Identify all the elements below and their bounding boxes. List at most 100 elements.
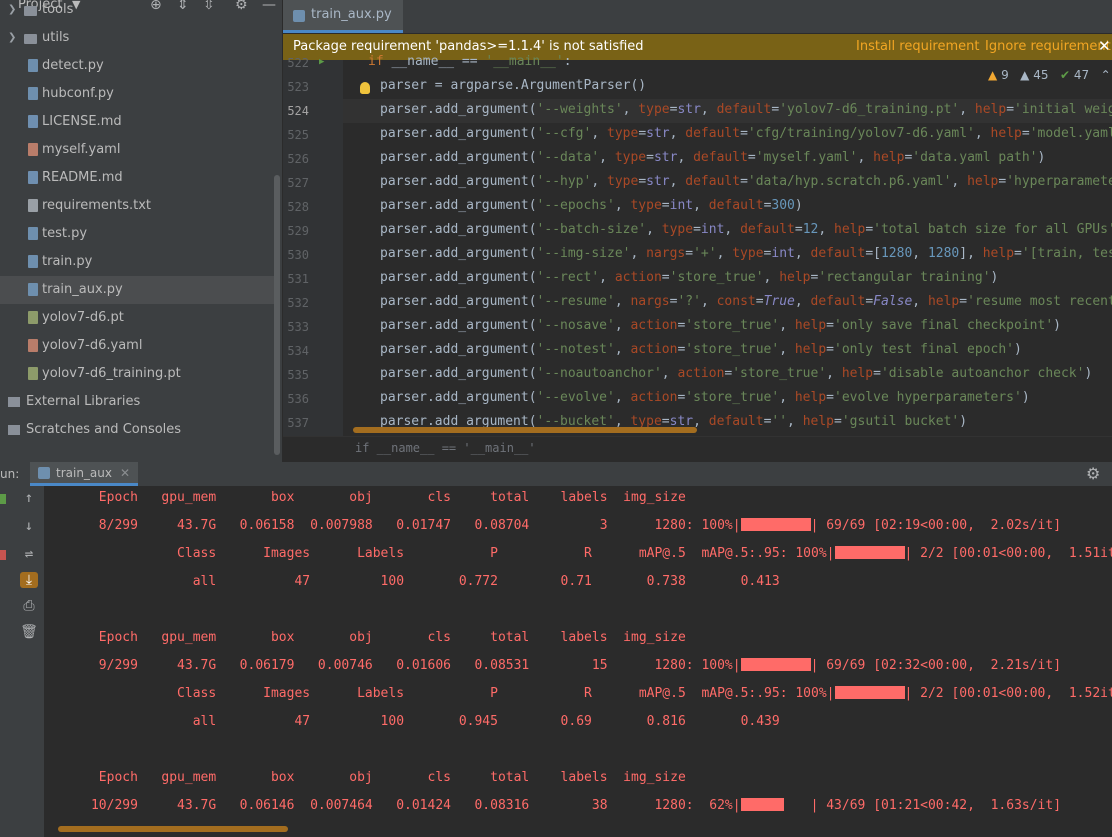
line-number: 522 bbox=[287, 56, 309, 70]
code-line: parser.add_argument('--evolve', action='… bbox=[380, 390, 1030, 405]
line-number: 525 bbox=[287, 128, 309, 142]
code-line: parser.add_argument('--nosave', action='… bbox=[380, 318, 1061, 333]
banner-message: Package requirement 'pandas>=1.1.4' is n… bbox=[293, 39, 644, 54]
python-file-icon bbox=[293, 10, 305, 22]
console-text: Epoch gpu_mem box obj cls total labels i… bbox=[44, 490, 686, 505]
tree-item-myself-yaml[interactable]: myself.yaml bbox=[0, 136, 274, 164]
soft-wrap-icon[interactable]: ⇌ bbox=[20, 546, 38, 562]
tree-item-label: External Libraries bbox=[26, 394, 141, 409]
tree-item-tools[interactable]: ❯ tools bbox=[0, 0, 274, 24]
scratch-icon bbox=[8, 425, 20, 435]
arrow-up-icon[interactable]: ↑ bbox=[20, 490, 38, 506]
tree-item-license-md[interactable]: LICENSE.md bbox=[0, 108, 274, 136]
tree-item-yolov7-d6-yaml[interactable]: yolov7-d6.yaml bbox=[0, 332, 274, 360]
run-tab-train-aux[interactable]: train_aux ✕ bbox=[30, 462, 139, 486]
line-number: 533 bbox=[287, 320, 309, 334]
progress-bar bbox=[740, 518, 811, 531]
warning-count: 9 bbox=[1001, 68, 1009, 82]
progress-stats: | 2/2 [00:01<00:00, 1.52it/s] bbox=[904, 686, 1112, 701]
tree-item-external-libraries[interactable]: External Libraries bbox=[0, 388, 274, 416]
console-text: 9/299 43.7G 0.06179 0.00746 0.01606 0.08… bbox=[44, 658, 741, 673]
tree-item-train-py[interactable]: train.py bbox=[0, 248, 274, 276]
chevron-right-icon[interactable]: ❯ bbox=[8, 24, 16, 52]
stop-icon[interactable] bbox=[0, 550, 6, 560]
console-line: Class Images Labels P R mAP@.5 mAP@.5:.9… bbox=[44, 546, 1112, 561]
check-icon: ✔ bbox=[1059, 68, 1071, 82]
gear-icon[interactable]: ⚙ bbox=[1086, 464, 1100, 483]
folder-icon bbox=[24, 34, 37, 44]
line-number: 534 bbox=[287, 344, 309, 358]
console-text: all 47 100 0.772 0.71 0.738 0.413 bbox=[44, 574, 780, 589]
tree-item-requirements-txt[interactable]: requirements.txt bbox=[0, 192, 274, 220]
console-text: all 47 100 0.945 0.69 0.816 0.439 bbox=[44, 714, 780, 729]
progress-bar bbox=[834, 686, 905, 699]
tree-item-label: Scratches and Consoles bbox=[26, 422, 182, 437]
tree-item-scratches-and-consoles[interactable]: Scratches and Consoles bbox=[0, 416, 274, 444]
run-header: un: train_aux ✕ ⚙ bbox=[0, 462, 1112, 486]
weak-warning-icon: ▲ bbox=[1020, 68, 1030, 82]
md-file-icon bbox=[28, 171, 38, 184]
editor-tab-train-aux[interactable]: train_aux.py bbox=[283, 0, 403, 33]
library-icon bbox=[8, 397, 20, 407]
tree-item-yolov7-d6-training-pt[interactable]: yolov7-d6_training.pt bbox=[0, 360, 274, 388]
install-requirement-link[interactable]: Install requirement bbox=[856, 39, 979, 54]
console-text: Epoch gpu_mem box obj cls total labels i… bbox=[44, 770, 686, 785]
arrow-down-icon[interactable]: ↓ bbox=[20, 518, 38, 534]
chevron-up-icon[interactable]: ⌃ bbox=[1101, 68, 1111, 82]
close-icon[interactable]: ✕ bbox=[1098, 37, 1111, 55]
line-number: 527 bbox=[287, 176, 309, 190]
console-text: Epoch gpu_mem box obj cls total labels i… bbox=[44, 630, 686, 645]
tree-item-label: README.md bbox=[42, 170, 123, 185]
tree-item-test-py[interactable]: test.py bbox=[0, 220, 274, 248]
code-line: parser = argparse.ArgumentParser() bbox=[380, 78, 647, 93]
tree-item-readme-md[interactable]: README.md bbox=[0, 164, 274, 192]
tree-item-label: yolov7-d6.pt bbox=[42, 310, 124, 325]
run-gutter-icon[interactable]: ▶ bbox=[319, 57, 324, 67]
tree-item-label: train_aux.py bbox=[42, 282, 123, 297]
console-line: all 47 100 0.945 0.69 0.816 0.439 bbox=[44, 714, 780, 729]
line-number: 535 bbox=[287, 368, 309, 382]
progress-stats: | 43/69 [01:21<00:42, 1.63s/it] bbox=[810, 798, 1062, 813]
line-number: 526 bbox=[287, 152, 309, 166]
code-line: parser.add_argument('--hyp', type=str, d… bbox=[380, 174, 1112, 189]
editor-horizontal-scrollbar[interactable] bbox=[353, 427, 697, 433]
project-scrollbar[interactable] bbox=[274, 175, 280, 455]
run-tab-label: train_aux bbox=[56, 466, 112, 480]
line-number: 537 bbox=[287, 416, 309, 430]
folder-icon bbox=[24, 6, 37, 16]
scroll-to-end-icon[interactable]: ⤓ bbox=[20, 572, 38, 588]
run-tool-window: un: train_aux ✕ ⚙ ↑ ↓ ⇌ ⤓ ⎙ 🗑 Epoch gpu_m… bbox=[0, 462, 1112, 837]
console-line: 9/299 43.7G 0.06179 0.00746 0.01606 0.08… bbox=[44, 658, 1061, 673]
tree-item-train-aux-py[interactable]: train_aux.py bbox=[0, 276, 274, 304]
close-icon[interactable]: ✕ bbox=[120, 466, 130, 480]
tree-item-utils[interactable]: ❯ utils bbox=[0, 24, 274, 52]
weak-warning-count: 45 bbox=[1033, 68, 1049, 82]
print-icon[interactable]: ⎙ bbox=[20, 598, 38, 614]
warning-icon: ▲ bbox=[988, 68, 998, 82]
console-line: Epoch gpu_mem box obj cls total labels i… bbox=[44, 490, 686, 505]
tree-item-hubconf-py[interactable]: hubconf.py bbox=[0, 80, 274, 108]
run-label: un: bbox=[0, 467, 20, 481]
tree-item-yolov7-d6-pt[interactable]: yolov7-d6.pt bbox=[0, 304, 274, 332]
ignore-requirement-link[interactable]: Ignore requirement bbox=[985, 39, 1111, 54]
console-text: 8/299 43.7G 0.06158 0.007988 0.01747 0.0… bbox=[44, 518, 741, 533]
rerun-icon[interactable] bbox=[0, 494, 6, 504]
code-line: parser.add_argument('--epochs', type=int… bbox=[380, 198, 803, 213]
tree-item-label: requirements.txt bbox=[42, 198, 152, 213]
inspection-widget[interactable]: ▲ 9 ▲ 45 ✔ 47 ⌃ bbox=[988, 68, 1111, 82]
chevron-right-icon[interactable]: ❯ bbox=[8, 0, 16, 24]
py-file-icon bbox=[28, 87, 38, 100]
progress-bar bbox=[740, 658, 811, 671]
console-output[interactable]: Epoch gpu_mem box obj cls total labels i… bbox=[44, 486, 1112, 837]
tree-item-label: myself.yaml bbox=[42, 142, 121, 157]
py-file-icon bbox=[28, 59, 38, 72]
breadcrumb[interactable]: if __name__ == '__main__' bbox=[355, 441, 536, 455]
trash-icon[interactable]: 🗑 bbox=[20, 624, 38, 640]
progress-stats: | 2/2 [00:01<00:00, 1.51it/s] bbox=[904, 546, 1112, 561]
tree-item-detect-py[interactable]: detect.py bbox=[0, 52, 274, 80]
tree-item-label: yolov7-d6.yaml bbox=[42, 338, 143, 353]
editor-tab-label: train_aux.py bbox=[311, 7, 392, 22]
tree-item-label: test.py bbox=[42, 226, 88, 241]
console-horizontal-scrollbar[interactable] bbox=[58, 826, 288, 832]
lightbulb-icon[interactable] bbox=[360, 82, 370, 94]
